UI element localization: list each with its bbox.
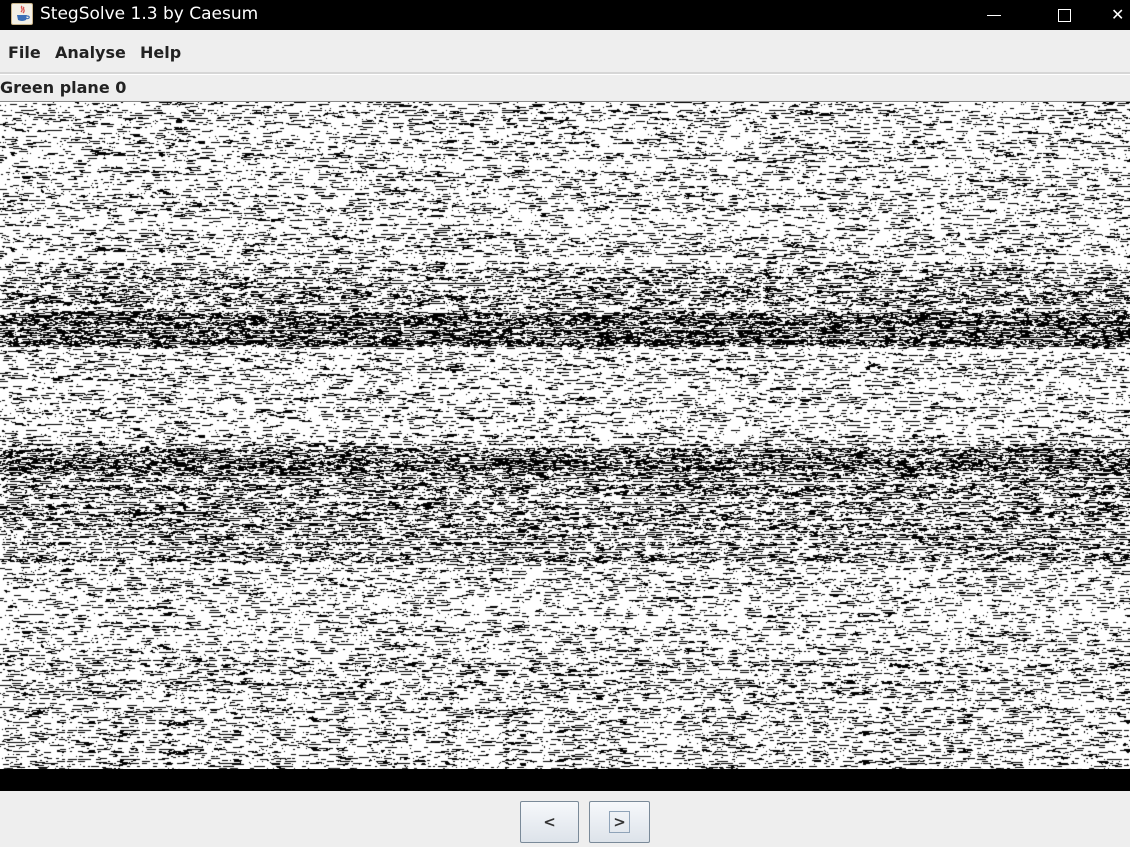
maximize-icon: [1057, 8, 1071, 22]
previous-label: <: [543, 813, 556, 831]
menu-file[interactable]: File: [8, 43, 41, 63]
image-bottom-band: [0, 769, 1130, 791]
close-icon: ✕: [1111, 5, 1125, 24]
bit-plane-image: [0, 102, 1130, 769]
menu-analyse[interactable]: Analyse: [55, 43, 126, 63]
java-app-icon[interactable]: [11, 3, 33, 25]
minimize-icon: [987, 14, 1001, 16]
menu-divider: [0, 72, 1130, 75]
window-title: StegSolve 1.3 by Caesum: [40, 4, 259, 24]
menu-bar: File Analyse Help: [0, 37, 1130, 70]
next-label: >: [609, 811, 630, 833]
image-viewer[interactable]: [0, 101, 1130, 769]
previous-plane-button[interactable]: <: [520, 801, 579, 843]
next-plane-button[interactable]: >: [589, 801, 650, 843]
stegsolve-window: StegSolve 1.3 by Caesum ✕ File Analyse H…: [0, 0, 1130, 847]
close-button[interactable]: ✕: [1111, 0, 1130, 30]
maximize-button[interactable]: [1041, 0, 1087, 30]
minimize-button[interactable]: [971, 0, 1017, 30]
plane-label: Green plane 0: [0, 78, 127, 97]
title-bar[interactable]: StegSolve 1.3 by Caesum ✕: [0, 0, 1130, 30]
menu-help[interactable]: Help: [140, 43, 181, 63]
